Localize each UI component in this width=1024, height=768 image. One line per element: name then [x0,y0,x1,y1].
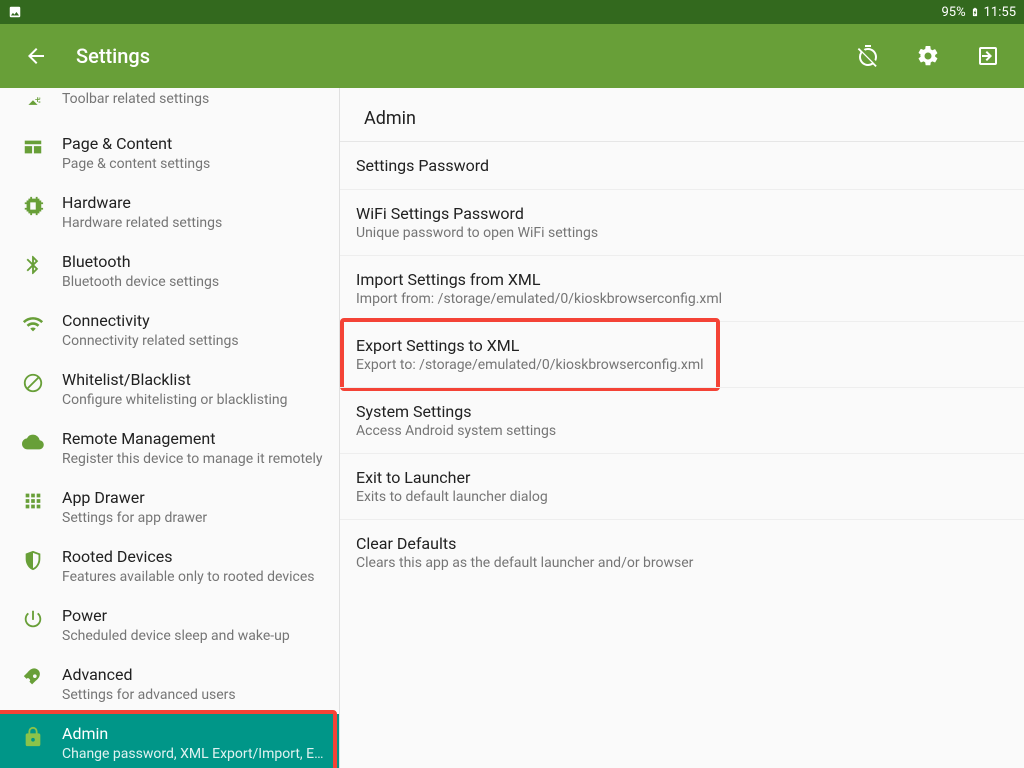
back-button[interactable] [16,36,56,76]
sidebar-item-sub: Connectivity related settings [62,332,325,350]
main-item-sub: Unique password to open WiFi settings [356,225,1008,241]
main-item-title: WiFi Settings Password [356,204,1008,223]
page-content-icon [22,136,44,158]
main-item-wifi-password[interactable]: WiFi Settings Password Unique password t… [340,189,1024,255]
exit-button[interactable] [968,36,1008,76]
sidebar-item-label: Page & Content [62,134,325,155]
wifi-icon [22,313,44,335]
main-item-clear-defaults[interactable]: Clear Defaults Clears this app as the de… [340,519,1024,585]
sidebar-item-label: Remote Management [62,429,325,450]
sidebar-item-label: Whitelist/Blacklist [62,370,325,391]
main-item-title: Exit to Launcher [356,468,1008,487]
main-item-exit-launcher[interactable]: Exit to Launcher Exits to default launch… [340,453,1024,519]
sidebar-item-toolbar[interactable]: + Toolbar related settings [0,88,339,124]
main-item-sub: Import from: /storage/emulated/0/kioskbr… [356,291,1008,307]
lock-icon [22,726,44,748]
sidebar-item-sub: Hardware related settings [62,214,325,232]
main-item-title: Clear Defaults [356,534,1008,553]
shield-icon [22,549,44,571]
sidebar-item-label: Admin [62,724,325,745]
sidebar-item-sub: Toolbar related settings [62,90,325,108]
sidebar-item-rooted[interactable]: Rooted Devices Features available only t… [0,537,339,596]
main-item-sub: Clears this app as the default launcher … [356,555,1008,571]
sidebar-item-sub: Page & content settings [62,155,325,173]
sidebar-item-label: Advanced [62,665,325,686]
sidebar-item-label: Rooted Devices [62,547,325,568]
sidebar-item-bluetooth[interactable]: Bluetooth Bluetooth device settings [0,242,339,301]
sidebar-item-page-content[interactable]: Page & Content Page & content settings [0,124,339,183]
main-item-sub: Access Android system settings [356,423,1008,439]
main-item-sub: Export to: /storage/emulated/0/kioskbrow… [356,357,1008,373]
advanced-icon [22,667,44,689]
sidebar-item-power[interactable]: Power Scheduled device sleep and wake-up [0,596,339,655]
sidebar-item-label: Power [62,606,325,627]
main-item-system-settings[interactable]: System Settings Access Android system se… [340,387,1024,453]
sidebar-item-sub: Scheduled device sleep and wake-up [62,627,325,645]
main-panel: Admin Settings Password WiFi Settings Pa… [340,88,1024,768]
sidebar-item-whitelist[interactable]: Whitelist/Blacklist Configure whitelisti… [0,360,339,419]
sidebar-item-label: Bluetooth [62,252,325,273]
status-bar: 95% 11:55 [0,0,1024,24]
sidebar-item-sub: Settings for advanced users [62,686,325,704]
bluetooth-icon [22,254,44,276]
main-item-export-xml[interactable]: Export Settings to XML Export to: /stora… [340,321,1024,387]
cloud-icon [22,431,44,453]
power-icon [22,608,44,630]
timer-off-button[interactable] [848,36,888,76]
main-item-title: System Settings [356,402,1008,421]
sidebar-item-sub: Configure whitelisting or blacklisting [62,391,325,409]
sidebar-item-remote[interactable]: Remote Management Register this device t… [0,419,339,478]
sidebar-item-app-drawer[interactable]: App Drawer Settings for app drawer [0,478,339,537]
content-area: + Toolbar related settings Page & Conten… [0,88,1024,768]
main-item-title: Settings Password [356,156,1008,175]
screenshot-icon [8,5,22,19]
sidebar-item-sub: Register this device to manage it remote… [62,450,325,468]
sidebar-item-advanced[interactable]: Advanced Settings for advanced users [0,655,339,714]
apps-icon [22,490,44,512]
toolbar-icon: + [22,92,44,114]
app-bar: Settings [0,24,1024,88]
sidebar-item-admin[interactable]: Admin Change password, XML Export/Import… [0,714,339,768]
sidebar-item-sub: Bluetooth device settings [62,273,325,291]
main-item-import-xml[interactable]: Import Settings from XML Import from: /s… [340,255,1024,321]
sidebar-item-sub: Settings for app drawer [62,509,325,527]
main-item-sub: Exits to default launcher dialog [356,489,1008,505]
sidebar-item-sub: Features available only to rooted device… [62,568,325,586]
settings-gear-button[interactable] [908,36,948,76]
hardware-icon [22,195,44,217]
block-icon [22,372,44,394]
clock-text: 11:55 [984,5,1016,20]
main-item-title: Import Settings from XML [356,270,1008,289]
sidebar: + Toolbar related settings Page & Conten… [0,88,340,768]
sidebar-item-label: Hardware [62,193,325,214]
sidebar-item-hardware[interactable]: Hardware Hardware related settings [0,183,339,242]
main-item-title: Export Settings to XML [356,336,1008,355]
sidebar-item-connectivity[interactable]: Connectivity Connectivity related settin… [0,301,339,360]
sidebar-item-sub: Change password, XML Export/Import, Exit [62,745,325,763]
svg-text:+: + [35,96,40,106]
sidebar-item-label: App Drawer [62,488,325,509]
sidebar-item-label: Connectivity [62,311,325,332]
page-title: Settings [76,44,150,68]
battery-charging-icon [970,4,980,20]
main-item-settings-password[interactable]: Settings Password [340,141,1024,189]
main-header: Admin [340,88,1024,141]
battery-percent: 95% [941,5,965,20]
